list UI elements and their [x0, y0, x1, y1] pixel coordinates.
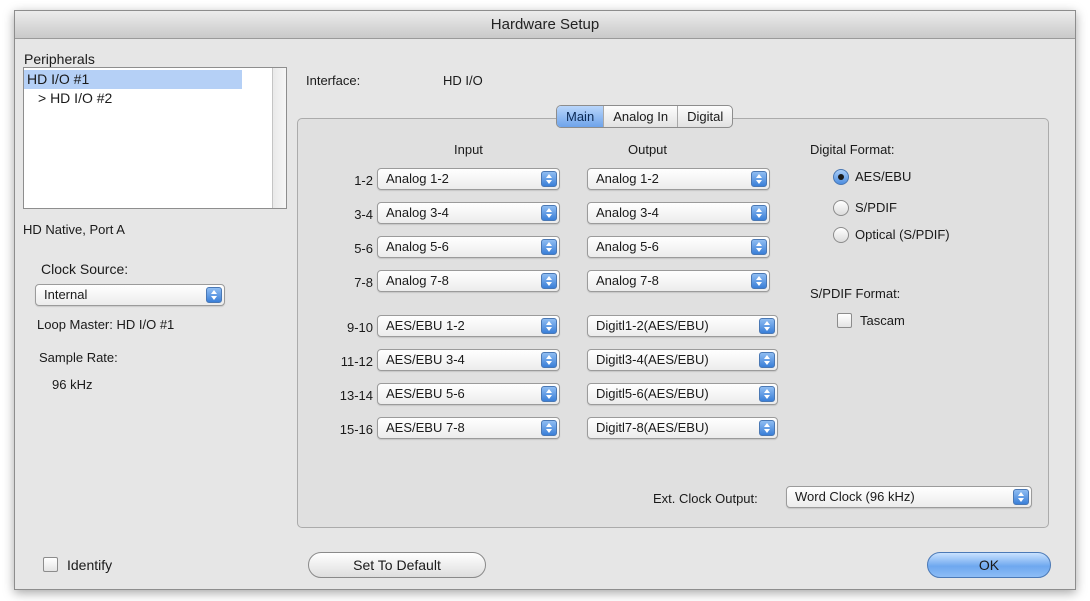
tab-main[interactable]: Main — [557, 106, 605, 127]
input-header: Input — [454, 142, 483, 157]
radio-optical[interactable] — [833, 227, 849, 243]
popup-arrows-icon — [751, 205, 767, 221]
input-popup[interactable]: Analog 7-8 — [377, 270, 560, 292]
window-title: Hardware Setup — [15, 11, 1075, 39]
sample-rate-label: Sample Rate: — [39, 350, 118, 365]
popup-arrows-icon — [541, 239, 557, 255]
hardware-setup-window: Hardware Setup Peripherals HD I/O #1 > H… — [14, 10, 1076, 590]
output-popup[interactable]: Digitl1-2(AES/EBU) — [587, 315, 778, 337]
popup-arrows-icon — [541, 318, 557, 334]
identify-checkbox[interactable] — [43, 557, 58, 572]
input-popup[interactable]: Analog 1-2 — [377, 168, 560, 190]
input-value: Analog 3-4 — [386, 205, 449, 220]
input-value: AES/EBU 3-4 — [386, 352, 465, 367]
channel-label: 9-10 — [346, 320, 373, 335]
radio-spdif-label: S/PDIF — [855, 200, 897, 215]
output-popup[interactable]: Digitl3-4(AES/EBU) — [587, 349, 778, 371]
radio-spdif[interactable] — [833, 200, 849, 216]
input-popup[interactable]: Analog 5-6 — [377, 236, 560, 258]
output-value: Digitl1-2(AES/EBU) — [596, 318, 709, 333]
popup-arrows-icon — [1013, 489, 1029, 505]
popup-arrows-icon — [759, 420, 775, 436]
popup-arrows-icon — [751, 171, 767, 187]
input-value: AES/EBU 5-6 — [386, 386, 465, 401]
input-popup[interactable]: AES/EBU 3-4 — [377, 349, 560, 371]
radio-aes-ebu[interactable] — [833, 169, 849, 185]
popup-arrows-icon — [541, 273, 557, 289]
spdif-format-label: S/PDIF Format: — [810, 286, 901, 301]
clock-source-value: Internal — [44, 287, 88, 302]
peripheral-item-1[interactable]: HD I/O #1 — [24, 70, 242, 89]
set-to-default-button[interactable]: Set To Default — [308, 552, 486, 578]
input-value: Analog 7-8 — [386, 273, 449, 288]
channel-label: 1-2 — [354, 173, 373, 188]
interface-value: HD I/O — [443, 73, 483, 88]
input-popup[interactable]: AES/EBU 1-2 — [377, 315, 560, 337]
interface-label: Interface: — [306, 73, 361, 88]
popup-arrows-icon — [759, 352, 775, 368]
output-popup[interactable]: Analog 3-4 — [587, 202, 770, 224]
popup-arrows-icon — [751, 239, 767, 255]
tascam-label: Tascam — [860, 313, 905, 328]
output-value: Digitl7-8(AES/EBU) — [596, 420, 709, 435]
output-value: Analog 5-6 — [596, 239, 659, 254]
tascam-checkbox[interactable] — [837, 313, 852, 328]
output-header: Output — [628, 142, 668, 157]
output-popup[interactable]: Analog 5-6 — [587, 236, 770, 258]
input-value: Analog 1-2 — [386, 171, 449, 186]
channel-label: 11-12 — [340, 354, 373, 369]
peripherals-scrollbar[interactable] — [272, 68, 286, 208]
popup-arrows-icon — [206, 287, 222, 303]
ext-clock-value: Word Clock (96 kHz) — [795, 489, 915, 504]
ext-clock-label: Ext. Clock Output: — [653, 491, 758, 506]
peripherals-list[interactable]: HD I/O #1 > HD I/O #2 — [23, 67, 287, 209]
output-popup[interactable]: Digitl5-6(AES/EBU) — [587, 383, 778, 405]
input-popup[interactable]: Analog 3-4 — [377, 202, 560, 224]
popup-arrows-icon — [541, 352, 557, 368]
popup-arrows-icon — [759, 318, 775, 334]
clock-source-label: Clock Source: — [41, 261, 129, 277]
clock-source-popup[interactable]: Internal — [35, 284, 225, 306]
radio-optical-label: Optical (S/PDIF) — [855, 227, 950, 242]
channel-label: 3-4 — [354, 207, 373, 222]
tab-analog-in[interactable]: Analog In — [604, 106, 679, 127]
identify-label: Identify — [67, 557, 113, 573]
sample-rate-value: 96 kHz — [52, 377, 93, 392]
popup-arrows-icon — [541, 171, 557, 187]
input-value: AES/EBU 7-8 — [386, 420, 465, 435]
channel-label: 5-6 — [354, 241, 373, 256]
peripheral-item-2[interactable]: > HD I/O #2 — [24, 89, 112, 108]
popup-arrows-icon — [541, 420, 557, 436]
digital-format-label: Digital Format: — [810, 142, 895, 157]
output-value: Analog 7-8 — [596, 273, 659, 288]
ext-clock-popup[interactable]: Word Clock (96 kHz) — [786, 486, 1032, 508]
channel-label: 13-14 — [339, 388, 373, 403]
output-popup[interactable]: Analog 7-8 — [587, 270, 770, 292]
output-popup[interactable]: Digitl7-8(AES/EBU) — [587, 417, 778, 439]
output-value: Analog 3-4 — [596, 205, 659, 220]
channel-label: 7-8 — [354, 275, 373, 290]
port-label: HD Native, Port A — [23, 222, 125, 237]
popup-arrows-icon — [541, 386, 557, 402]
input-popup[interactable]: AES/EBU 7-8 — [377, 417, 560, 439]
radio-aes-ebu-label: AES/EBU — [855, 169, 912, 184]
tab-bar: Main Analog In Digital — [556, 105, 734, 128]
popup-arrows-icon — [541, 205, 557, 221]
output-popup[interactable]: Analog 1-2 — [587, 168, 770, 190]
popup-arrows-icon — [751, 273, 767, 289]
input-value: Analog 5-6 — [386, 239, 449, 254]
output-value: Digitl5-6(AES/EBU) — [596, 386, 709, 401]
popup-arrows-icon — [759, 386, 775, 402]
tab-digital[interactable]: Digital — [678, 106, 732, 127]
channel-label: 15-16 — [339, 422, 373, 437]
ok-button[interactable]: OK — [927, 552, 1051, 578]
input-popup[interactable]: AES/EBU 5-6 — [377, 383, 560, 405]
output-value: Digitl3-4(AES/EBU) — [596, 352, 709, 367]
peripherals-label: Peripherals — [24, 51, 95, 67]
loop-master-text: Loop Master: HD I/O #1 — [37, 317, 175, 332]
input-value: AES/EBU 1-2 — [386, 318, 465, 333]
output-value: Analog 1-2 — [596, 171, 659, 186]
